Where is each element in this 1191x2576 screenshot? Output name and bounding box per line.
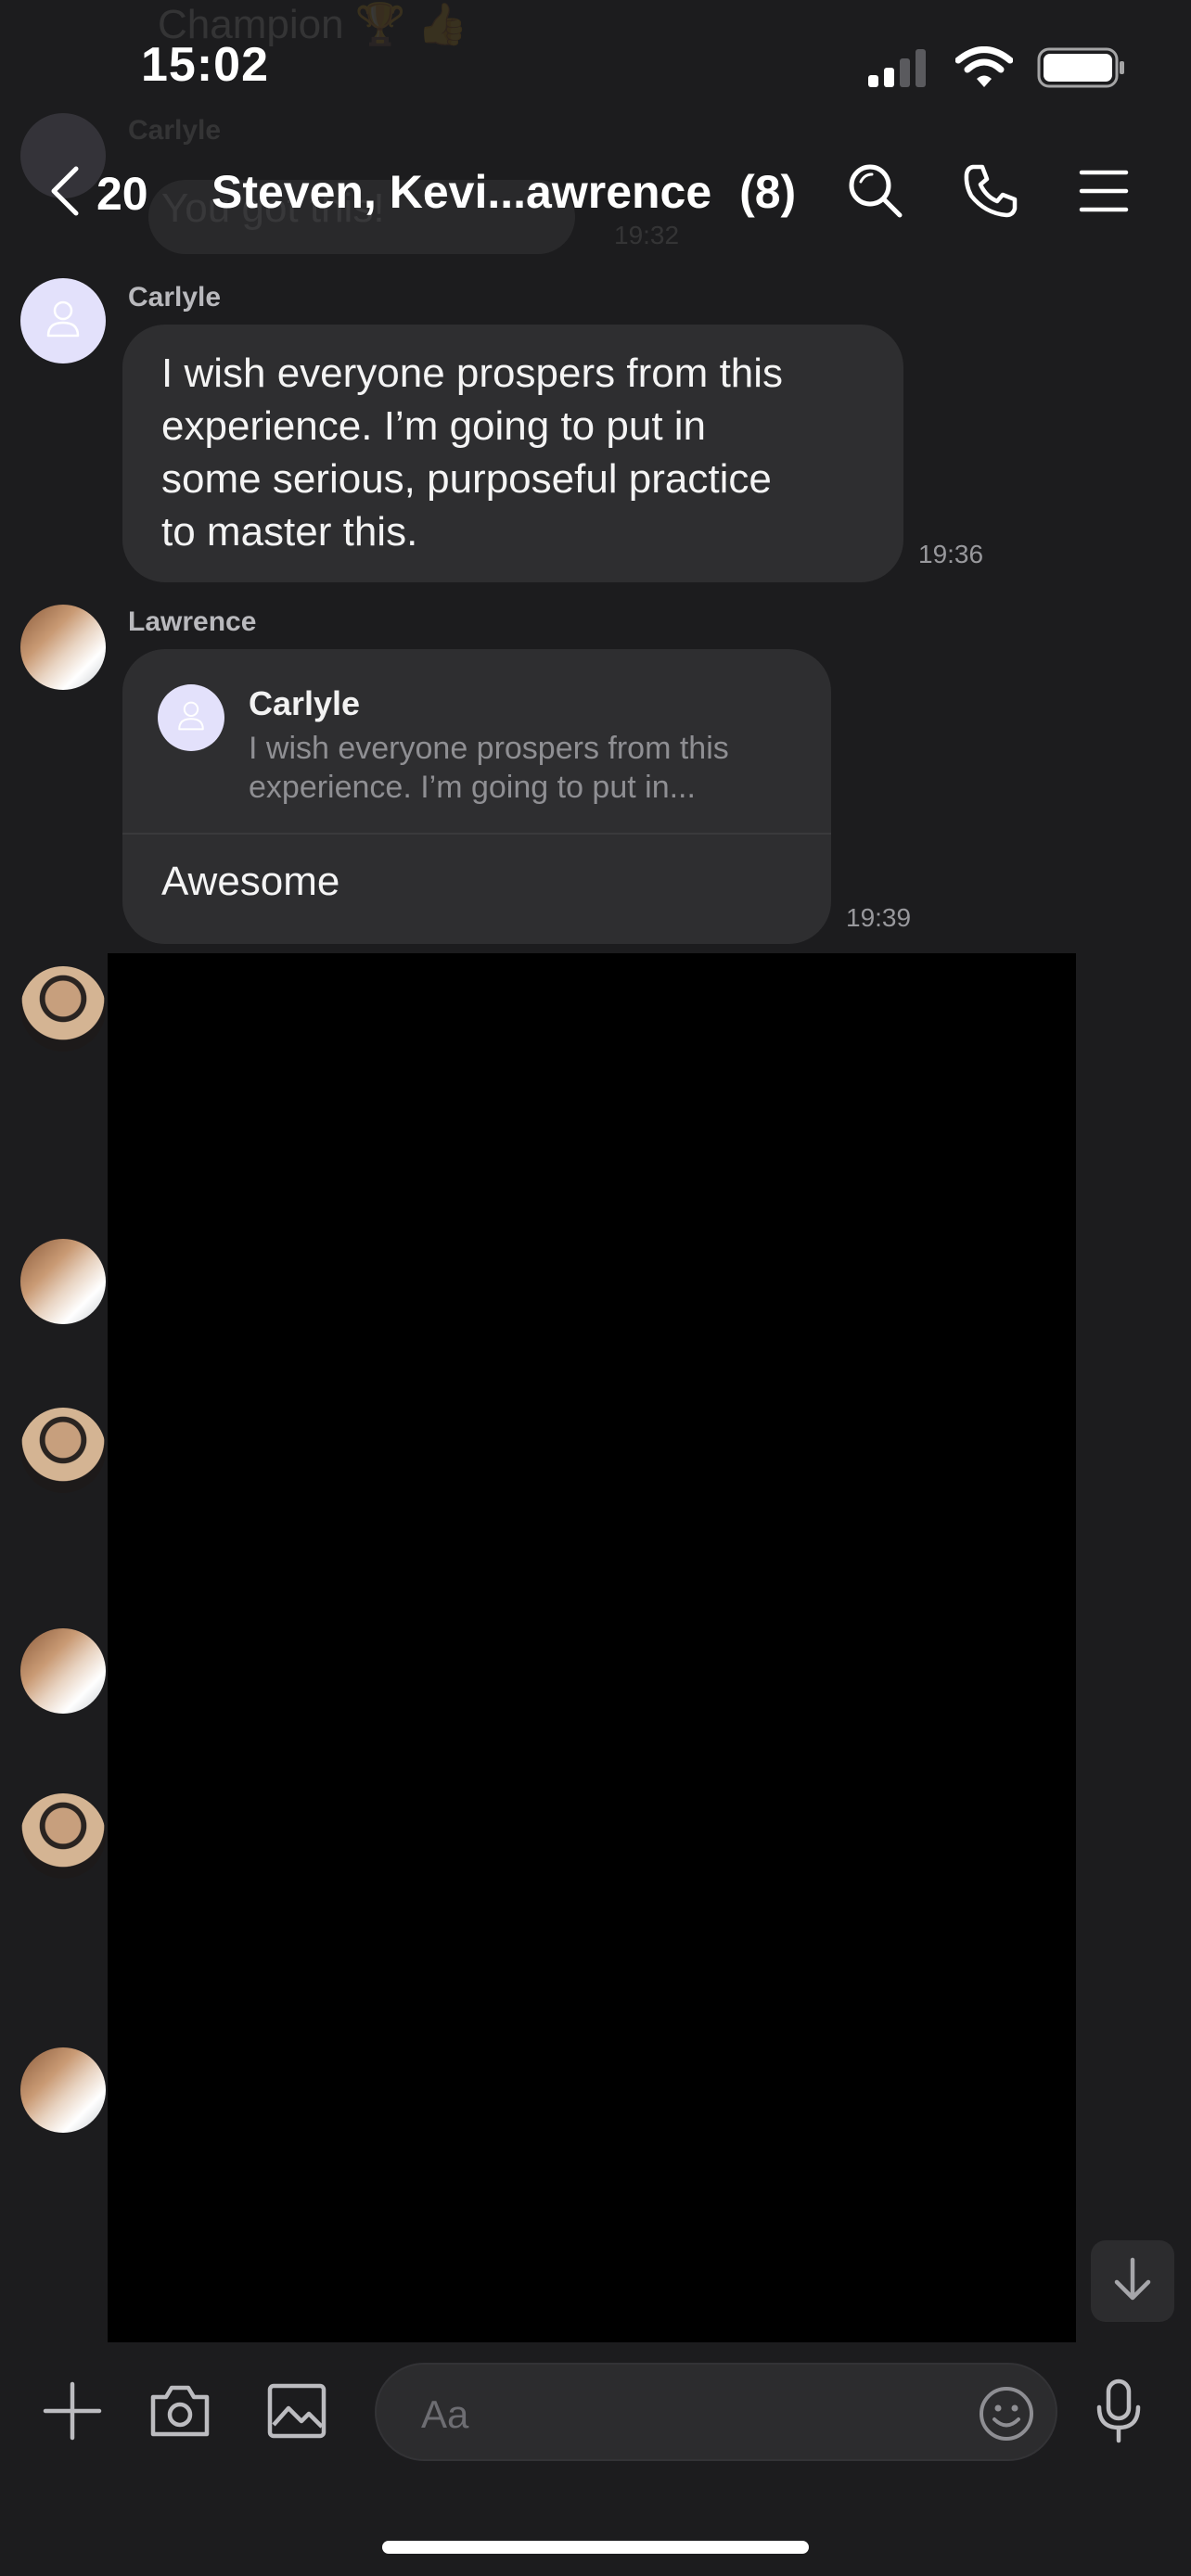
quoted-message[interactable]: Carlyle I wish everyone prospers from th… (122, 649, 831, 835)
image-icon (266, 2382, 327, 2444)
media-block[interactable] (108, 953, 1076, 2342)
message-bubble[interactable]: I wish everyone prospers from this exper… (122, 325, 903, 582)
message-line: to master this. (161, 509, 418, 555)
battery-icon (1037, 46, 1126, 94)
home-indicator[interactable] (382, 2541, 809, 2554)
sender-name: Lawrence (128, 606, 257, 637)
kevin-avatar[interactable] (20, 1793, 106, 1879)
call-button[interactable] (954, 156, 1028, 230)
message-line: experience. I’m going to put in (161, 403, 707, 449)
status-time: 15:02 (141, 38, 269, 92)
signal-icon (866, 47, 931, 93)
default-user-icon (45, 299, 82, 344)
message-input-placeholder: Aa (421, 2392, 469, 2436)
status-icons (866, 45, 1126, 94)
message-input[interactable]: Aa (375, 2363, 1057, 2461)
kevin-avatar[interactable] (20, 1408, 106, 1493)
menu-icon (1078, 167, 1130, 220)
scroll-to-bottom-button[interactable] (1091, 2240, 1174, 2322)
reply-message-bubble[interactable]: Carlyle I wish everyone prospers from th… (122, 649, 831, 944)
message-time: 19:39 (846, 903, 912, 932)
reply-text: Awesome (161, 859, 340, 904)
previous-sender-ghost: Carlyle (128, 115, 222, 146)
add-button[interactable] (33, 2374, 111, 2452)
lawrence-avatar[interactable] (20, 1628, 106, 1714)
phone-icon (962, 162, 1019, 224)
emoji-icon[interactable] (978, 2385, 1035, 2447)
unread-count: 20 (96, 167, 148, 220)
quoted-line: I wish everyone prospers from this (249, 731, 729, 766)
message-time: 19:36 (918, 540, 984, 568)
camera-icon (147, 2382, 212, 2444)
chevron-left-icon (48, 165, 80, 222)
carlyle-avatar[interactable] (20, 278, 106, 363)
message-line: I wish everyone prospers from this (161, 351, 784, 396)
voice-button[interactable] (1080, 2374, 1158, 2452)
kevin-avatar[interactable] (20, 966, 106, 1052)
chat-title[interactable]: Steven, Kevi...awrence (8) (211, 165, 796, 219)
previous-time-ghost: 19:32 (614, 221, 680, 249)
message-line: some serious, purposeful practice (161, 456, 772, 502)
plus-icon (42, 2380, 103, 2446)
lawrence-avatar[interactable] (20, 605, 106, 690)
camera-button[interactable] (141, 2374, 219, 2452)
quoted-sender: Carlyle (249, 684, 361, 722)
default-user-icon (176, 699, 206, 737)
member-count: (8) (739, 166, 797, 218)
back-button[interactable]: 20 (48, 165, 148, 222)
sender-name: Carlyle (128, 282, 222, 312)
menu-button[interactable] (1067, 156, 1141, 230)
lawrence-avatar[interactable] (20, 2047, 106, 2133)
search-button[interactable] (839, 156, 913, 230)
lawrence-avatar[interactable] (20, 1239, 106, 1324)
search-icon (846, 161, 905, 225)
quoted-avatar (158, 684, 224, 751)
microphone-icon (1093, 2378, 1145, 2449)
wifi-icon (954, 45, 1014, 94)
chat-title-text: Steven, Kevi...awrence (211, 166, 712, 218)
arrow-down-icon (1111, 2256, 1154, 2307)
quoted-line: experience. I’m going to put in... (249, 770, 696, 805)
gallery-button[interactable] (258, 2374, 336, 2452)
